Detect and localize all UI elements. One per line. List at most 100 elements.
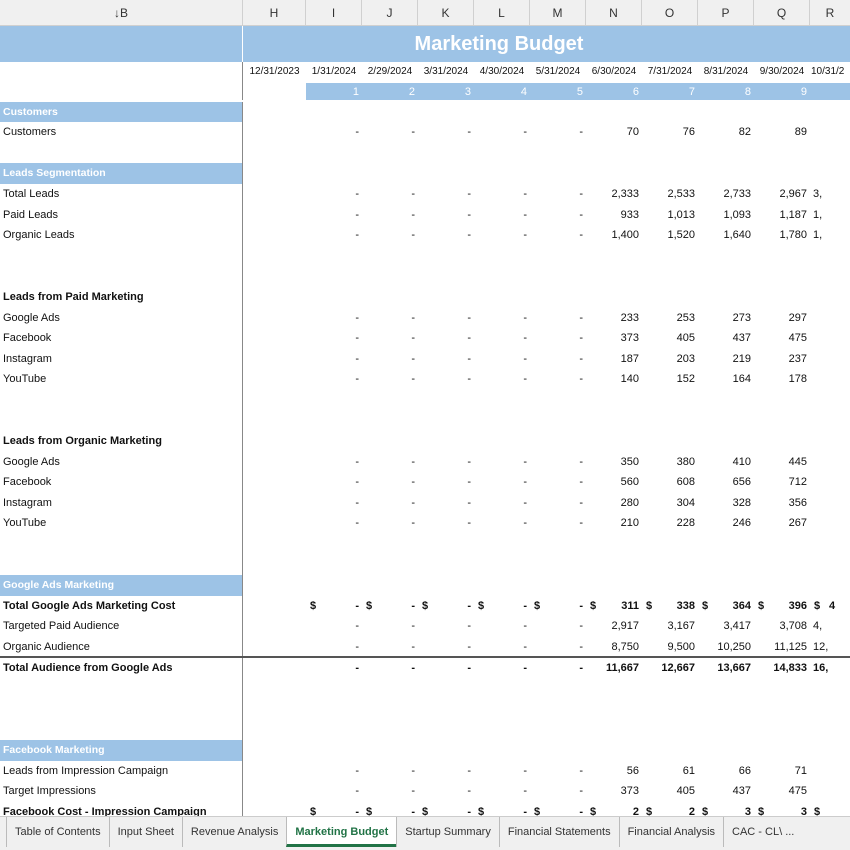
value-cell[interactable]: -	[530, 781, 586, 802]
value-cell[interactable]: -	[474, 637, 530, 656]
value-cell[interactable]	[586, 390, 642, 411]
value-cell[interactable]	[418, 699, 474, 720]
value-cell[interactable]	[530, 534, 586, 555]
value-cell[interactable]	[754, 678, 810, 699]
value-cell[interactable]	[306, 534, 362, 555]
value-cell[interactable]	[418, 246, 474, 267]
period-cell[interactable]: 1	[306, 82, 362, 100]
value-cell[interactable]: -	[306, 513, 362, 534]
value-cell[interactable]: 1,013	[642, 205, 698, 226]
value-cell[interactable]	[418, 163, 474, 184]
value-cell[interactable]: 56	[586, 761, 642, 782]
value-cell[interactable]	[810, 431, 850, 452]
value-cell[interactable]	[530, 555, 586, 576]
column-header-m[interactable]: M	[530, 0, 586, 26]
value-cell[interactable]: -	[530, 513, 586, 534]
row-label[interactable]: Google Ads Marketing	[0, 575, 243, 596]
value-cell[interactable]: -	[306, 493, 362, 514]
value-cell[interactable]	[810, 287, 850, 308]
value-cell[interactable]: -	[530, 225, 586, 246]
value-cell[interactable]	[586, 555, 642, 576]
value-cell[interactable]	[530, 102, 586, 123]
row-label[interactable]	[0, 698, 243, 720]
value-cell[interactable]	[418, 719, 474, 740]
value-cell[interactable]	[530, 411, 586, 432]
value-cell[interactable]: 350	[586, 452, 642, 473]
value-cell[interactable]: 2,917	[586, 616, 642, 637]
value-cell[interactable]	[362, 555, 418, 576]
value-cell[interactable]	[586, 143, 642, 164]
period-cell[interactable]: 4	[474, 82, 530, 100]
cell-b[interactable]	[0, 62, 243, 83]
value-cell[interactable]: -	[362, 369, 418, 390]
cell-h[interactable]	[243, 328, 306, 349]
value-cell[interactable]	[642, 411, 698, 432]
value-cell[interactable]	[362, 740, 418, 761]
value-cell[interactable]: 405	[642, 781, 698, 802]
value-cell[interactable]	[642, 287, 698, 308]
row-label[interactable]	[0, 266, 243, 287]
value-cell[interactable]: -	[418, 452, 474, 473]
value-cell[interactable]	[698, 431, 754, 452]
value-cell[interactable]	[698, 699, 754, 720]
value-cell[interactable]: -	[306, 616, 362, 637]
row-label[interactable]	[0, 719, 243, 740]
value-cell[interactable]: 380	[642, 452, 698, 473]
value-cell[interactable]	[754, 699, 810, 720]
cell-h[interactable]	[243, 719, 306, 740]
value-cell[interactable]	[698, 411, 754, 432]
value-cell[interactable]: 304	[642, 493, 698, 514]
value-cell[interactable]	[530, 678, 586, 699]
value-cell[interactable]: 933	[586, 205, 642, 226]
value-cell[interactable]: 405	[642, 328, 698, 349]
value-cell[interactable]: 253	[642, 308, 698, 329]
value-cell[interactable]: -	[418, 761, 474, 782]
value-cell[interactable]: -	[362, 658, 418, 679]
value-cell[interactable]: -	[418, 781, 474, 802]
cell-h[interactable]	[243, 122, 306, 143]
value-cell[interactable]: -	[474, 308, 530, 329]
value-cell[interactable]: 70	[586, 122, 642, 143]
value-cell[interactable]: -	[530, 616, 586, 637]
value-cell[interactable]	[586, 266, 642, 287]
value-cell[interactable]	[698, 534, 754, 555]
value-cell[interactable]: -	[362, 122, 418, 143]
value-cell[interactable]: 445	[754, 452, 810, 473]
value-cell[interactable]	[642, 163, 698, 184]
row-label[interactable]: Leads from Organic Marketing	[0, 431, 243, 452]
value-cell[interactable]: 11,125	[754, 637, 810, 656]
value-cell[interactable]: $311	[586, 596, 642, 617]
row-label[interactable]	[0, 554, 243, 576]
value-cell[interactable]: -	[418, 637, 474, 656]
value-cell[interactable]	[754, 534, 810, 555]
value-cell[interactable]: 3,	[810, 184, 850, 205]
value-cell[interactable]: -	[474, 452, 530, 473]
column-header-h[interactable]: H	[243, 0, 306, 26]
row-label[interactable]: Instagram	[0, 492, 243, 514]
value-cell[interactable]	[642, 719, 698, 740]
value-cell[interactable]	[754, 143, 810, 164]
value-cell[interactable]	[474, 699, 530, 720]
value-cell[interactable]	[530, 699, 586, 720]
row-label[interactable]	[0, 678, 243, 699]
value-cell[interactable]	[586, 575, 642, 596]
column-header-k[interactable]: K	[418, 0, 474, 26]
cell-h[interactable]	[243, 472, 306, 493]
value-cell[interactable]: -	[418, 349, 474, 370]
value-cell[interactable]: -	[306, 472, 362, 493]
row-label[interactable]: Instagram	[0, 348, 243, 370]
value-cell[interactable]	[642, 102, 698, 123]
date-cell[interactable]: 10/31/2	[810, 62, 850, 83]
value-cell[interactable]	[474, 163, 530, 184]
period-cell[interactable]: 2	[362, 82, 418, 100]
value-cell[interactable]: 280	[586, 493, 642, 514]
cell-h[interactable]	[243, 596, 306, 617]
value-cell[interactable]	[306, 143, 362, 164]
value-cell[interactable]: -	[530, 205, 586, 226]
value-cell[interactable]	[306, 390, 362, 411]
value-cell[interactable]	[810, 534, 850, 555]
value-cell[interactable]	[418, 431, 474, 452]
cell-h[interactable]	[243, 740, 306, 761]
value-cell[interactable]: 437	[698, 328, 754, 349]
date-cell[interactable]: 3/31/2024	[418, 62, 474, 83]
